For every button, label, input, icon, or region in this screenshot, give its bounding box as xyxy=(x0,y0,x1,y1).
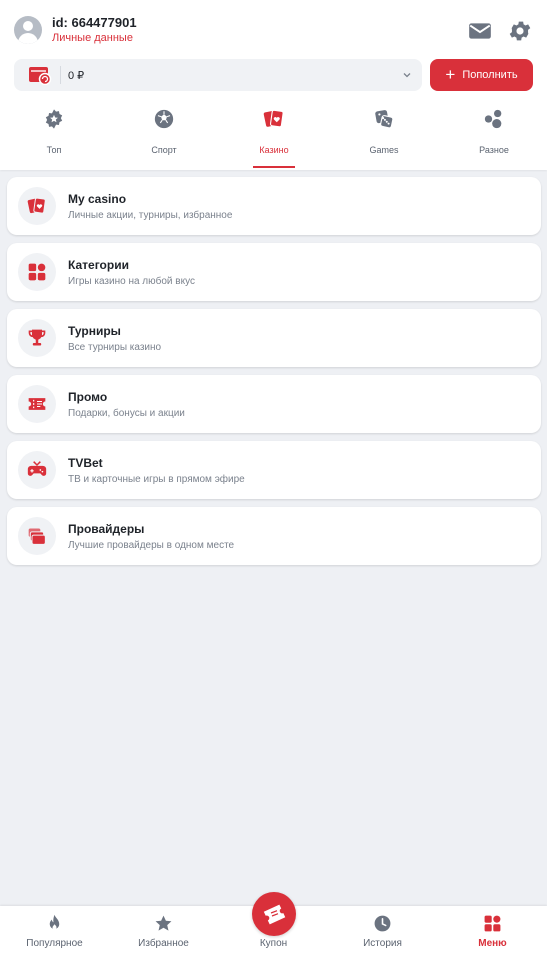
nav-popular[interactable]: Популярное xyxy=(0,906,109,956)
balance-value: 0 ₽ xyxy=(68,70,85,82)
nav-popular-label: Популярное xyxy=(26,938,83,949)
nav-favorites-label: Избранное xyxy=(138,938,189,949)
grid-icon xyxy=(28,263,46,281)
menu-item-title: Турниры xyxy=(68,324,121,338)
gear-icon[interactable] xyxy=(507,18,533,44)
active-tab-indicator xyxy=(253,166,295,168)
nav-history[interactable]: История xyxy=(328,906,437,956)
menu-item-subtitle: Все турниры казино xyxy=(68,342,162,353)
flame-icon xyxy=(49,914,60,930)
menu-item-subtitle: ТВ и карточные игры в прямом эфире xyxy=(68,474,245,485)
tab-games[interactable]: Games xyxy=(344,100,424,170)
tab-games-label: Games xyxy=(369,145,399,155)
menu-item-my-casino[interactable]: My casino Личные акции, турниры, избранн… xyxy=(7,177,541,235)
menu-item-title: Промо xyxy=(68,390,108,404)
nav-menu-label: Меню xyxy=(478,938,507,949)
tab-casino[interactable]: Казино xyxy=(234,100,314,170)
menu-item-promo[interactable]: Промо Подарки, бонусы и акции xyxy=(7,375,541,433)
tab-misc-label: Разное xyxy=(479,145,509,155)
tab-casino-label: Казино xyxy=(259,145,289,155)
balance-selector[interactable]: 0 ₽ xyxy=(14,59,422,91)
tab-top-label: Топ xyxy=(46,145,62,155)
menu-item-tvbet[interactable]: TVBet ТВ и карточные игры в прямом эфире xyxy=(7,441,541,499)
soccer-ball-icon xyxy=(154,109,174,129)
user-row: id: 664477901 Личные данные xyxy=(14,14,535,48)
wallet-icon xyxy=(29,67,52,85)
nav-coupon-label: Купон xyxy=(259,938,288,949)
menu-item-tournaments[interactable]: Турниры Все турниры казино xyxy=(7,309,541,367)
chevron-down-icon xyxy=(403,73,411,78)
menu-item-title: TVBet xyxy=(68,456,103,470)
plus-icon: + xyxy=(445,64,456,84)
nav-favorites[interactable]: Избранное xyxy=(109,906,218,956)
grid-icon xyxy=(484,915,501,932)
coupon-icon xyxy=(263,904,286,925)
clock-icon xyxy=(374,915,391,932)
top-bar: id: 664477901 Личные данные 0 ₽ + Пополн… xyxy=(0,0,547,170)
gear-star-icon xyxy=(45,109,63,129)
trophy-icon xyxy=(28,329,46,346)
menu-item-title: My casino xyxy=(68,192,127,206)
tab-top[interactable]: Топ xyxy=(14,100,94,170)
menu-item-categories[interactable]: Категории Игры казино на любой вкус xyxy=(7,243,541,301)
mail-icon[interactable] xyxy=(467,18,493,44)
tv-gamepad-icon xyxy=(27,461,47,476)
topup-button[interactable]: + Пополнить xyxy=(430,59,533,91)
menu-item-title: Категории xyxy=(68,258,129,272)
nav-menu[interactable]: Меню xyxy=(438,906,547,956)
user-id: id: 664477901 xyxy=(52,15,137,30)
avatar[interactable] xyxy=(14,16,42,44)
menu-item-subtitle: Подарки, бонусы и акции xyxy=(68,408,185,419)
category-tabs: Топ Спорт Казино Games Разное xyxy=(0,100,547,170)
menu-item-title: Провайдеры xyxy=(68,522,145,536)
star-icon xyxy=(155,915,172,931)
playing-cards-icon xyxy=(27,197,46,214)
nav-history-label: История xyxy=(363,938,402,949)
topup-label: Пополнить xyxy=(462,69,518,81)
menu-item-subtitle: Личные акции, турниры, избранное xyxy=(68,210,233,221)
personal-data-link[interactable]: Личные данные xyxy=(52,32,133,44)
bubbles-icon xyxy=(484,109,502,129)
dice-icon xyxy=(375,110,394,129)
menu-item-subtitle: Лучшие провайдеры в одном месте xyxy=(68,540,235,551)
tab-sport[interactable]: Спорт xyxy=(124,100,204,170)
tab-sport-label: Спорт xyxy=(151,145,177,155)
stack-icon xyxy=(28,528,46,545)
menu-item-subtitle: Игры казино на любой вкус xyxy=(68,276,195,287)
menu-item-providers[interactable]: Провайдеры Лучшие провайдеры в одном мес… xyxy=(7,507,541,565)
playing-cards-icon xyxy=(263,109,284,128)
ticket-icon xyxy=(28,398,46,410)
coupon-button[interactable] xyxy=(252,892,296,936)
tab-misc[interactable]: Разное xyxy=(454,100,534,170)
